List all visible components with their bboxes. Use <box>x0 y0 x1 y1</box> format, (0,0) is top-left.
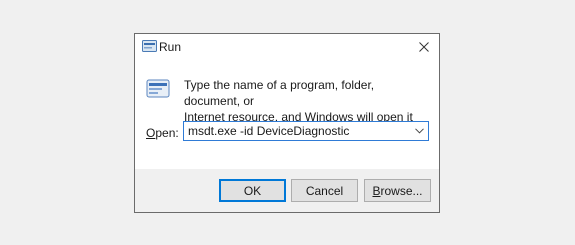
ok-button[interactable]: OK <box>219 179 286 202</box>
dropdown-button[interactable] <box>412 122 426 140</box>
window-title: Run <box>159 40 182 54</box>
open-label: Open: <box>146 126 179 140</box>
cancel-button[interactable]: Cancel <box>291 179 358 202</box>
open-combobox[interactable]: msdt.exe -id DeviceDiagnostic <box>183 121 429 141</box>
button-bar: OK Cancel Browse... <box>135 169 439 212</box>
browse-button[interactable]: Browse... <box>364 179 431 202</box>
browse-label-rest: rowse... <box>380 183 423 198</box>
instruction-line-1: Type the name of a program, folder, docu… <box>184 78 375 108</box>
open-label-mnemonic: O <box>146 126 156 140</box>
open-label-rest: pen: <box>155 126 179 140</box>
close-button[interactable] <box>409 34 439 60</box>
browse-mnemonic: B <box>372 183 381 198</box>
run-program-icon <box>146 79 170 98</box>
open-input[interactable]: msdt.exe -id DeviceDiagnostic <box>188 124 349 138</box>
chevron-down-icon <box>414 128 424 134</box>
run-dialog: Run Type the name of a program, folder, … <box>134 33 440 213</box>
title-bar[interactable]: Run <box>135 34 439 60</box>
close-icon <box>419 42 429 52</box>
run-app-icon <box>142 40 157 52</box>
